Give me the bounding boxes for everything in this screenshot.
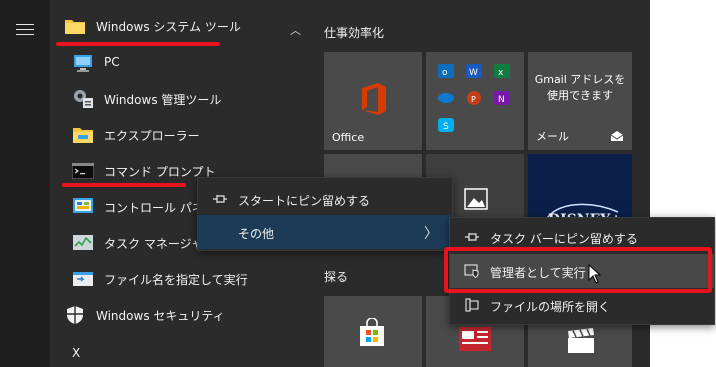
app-item-pc[interactable]: PC [50, 45, 310, 81]
pin-icon [465, 233, 479, 241]
chevron-up-icon[interactable]: ︿ [290, 22, 301, 38]
context-menu: スタートにピン留めする その他 〉 [197, 177, 453, 251]
folder-label: Windows システム ツール [96, 20, 241, 34]
group-title-explore: 探る [324, 270, 349, 284]
svg-text:P: P [471, 95, 476, 104]
hamburger-menu-icon[interactable] [16, 24, 34, 36]
app-label: Windows 管理ツール [104, 93, 222, 107]
control-panel-icon [72, 196, 94, 218]
menu-item-label: スタートにピン留めする [238, 194, 371, 208]
annotation-underline-folder [56, 42, 220, 46]
app-label: Windows セキュリティ [96, 309, 225, 323]
computer-icon [72, 52, 94, 74]
menu-item-label: その他 [238, 227, 275, 241]
pin-icon [213, 195, 227, 203]
svg-text:W: W [469, 68, 478, 78]
app-item-run[interactable]: ファイル名を指定して実行 [50, 261, 310, 297]
tile-mail[interactable]: Gmail アドレスを 使用できます メール [528, 52, 632, 150]
tile-office[interactable]: Office [324, 52, 422, 150]
file-explorer-icon [72, 124, 94, 146]
admin-tools-icon [72, 88, 94, 110]
open-file-location-icon [465, 298, 479, 312]
shield-icon [64, 304, 86, 326]
app-label: PC [104, 55, 120, 69]
film-clapper-icon [568, 328, 594, 353]
menu-item-pin-to-start[interactable]: スタートにピン留めする [198, 182, 452, 216]
svg-text:x: x [498, 68, 504, 78]
news-icon [459, 327, 491, 351]
gmail-promo-text: Gmail アドレスを 使用できます [534, 73, 626, 102]
tile-label: Office [332, 131, 365, 144]
group-title-productivity: 仕事効率化 [324, 26, 385, 40]
tile-store[interactable] [324, 296, 422, 367]
app-item-windows-security[interactable]: Windows セキュリティ [50, 297, 310, 333]
svg-text:S: S [443, 122, 449, 132]
mail-icon [610, 131, 624, 141]
folder-icon [64, 15, 86, 37]
folder-windows-system-tools[interactable]: Windows システム ツール ︿ [50, 8, 310, 44]
menu-item-open-file-location[interactable]: ファイルの場所を開く [450, 288, 714, 322]
tile-label: メール [536, 130, 569, 143]
annotation-underline-command-prompt [62, 183, 186, 187]
menu-item-label: タスク バーにピン留めする [490, 232, 638, 246]
svg-text:o: o [442, 68, 448, 78]
annotation-highlight-run-as-admin [444, 247, 712, 293]
start-rail [0, 0, 50, 367]
letter-header-x[interactable]: X [72, 346, 80, 360]
office-apps-grid-icon: o W x P N S [438, 64, 510, 132]
office-icon [362, 83, 386, 115]
app-label: エクスプローラー [104, 129, 200, 143]
command-prompt-icon [72, 160, 94, 182]
app-label: ファイル名を指定して実行 [104, 273, 248, 287]
store-icon [360, 318, 384, 346]
chevron-right-icon: 〉 [424, 226, 438, 242]
photos-icon [464, 188, 488, 210]
run-icon [72, 268, 94, 290]
menu-item-label: ファイルの場所を開く [490, 300, 611, 314]
mouse-cursor-icon [588, 264, 602, 284]
tile-office-apps[interactable]: o W x P N S [426, 52, 524, 150]
menu-item-more[interactable]: その他 〉 [198, 215, 452, 249]
task-manager-icon [72, 232, 94, 254]
svg-text:N: N [498, 95, 505, 105]
app-item-file-explorer[interactable]: エクスプローラー [50, 117, 310, 153]
app-item-windows-admin-tools[interactable]: Windows 管理ツール [50, 81, 310, 117]
